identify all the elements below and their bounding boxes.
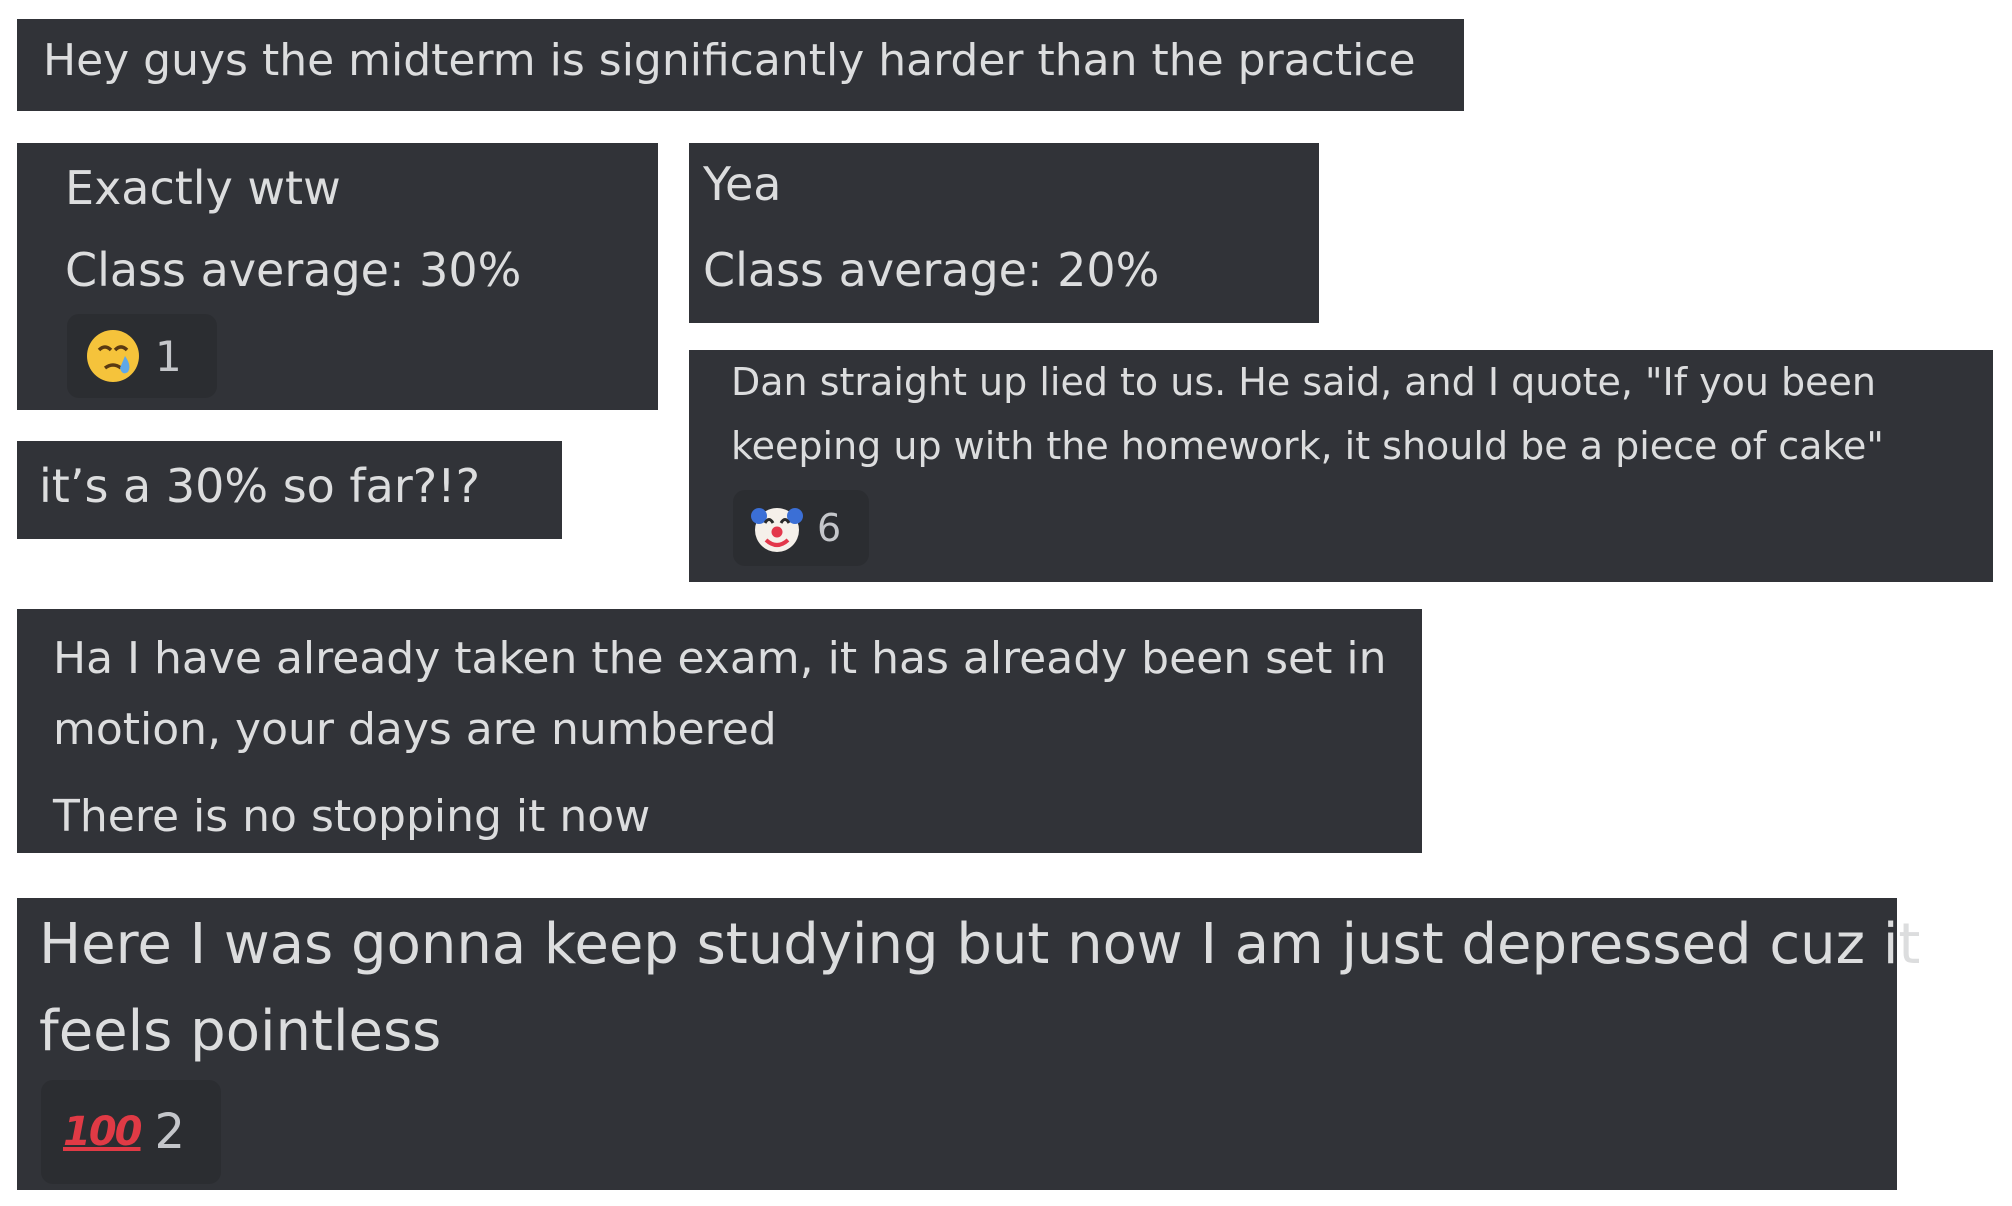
- reaction-count: 1: [155, 331, 182, 381]
- message-card-5: Dan straight up lied to us. He said, and…: [689, 350, 1993, 582]
- message-card-7: Here I was gonna keep studying but now I…: [17, 898, 1920, 1190]
- message-card-6: Ha I have already taken the exam, it has…: [17, 609, 1422, 853]
- message-text: Exactly wtw: [65, 161, 341, 215]
- message-card-2: Exactly wtw Class average: 30% 1: [17, 143, 658, 410]
- message-text: Hey guys the midterm is significantly ha…: [43, 35, 1416, 86]
- message-text: keeping up with the homework, it should …: [731, 424, 1884, 468]
- clown-face-icon: [751, 508, 803, 552]
- message-text: Dan straight up lied to us. He said, and…: [731, 360, 1877, 404]
- reaction-button[interactable]: 1: [67, 314, 217, 398]
- message-text: it’s a 30% so far?!?: [39, 459, 480, 513]
- message-card-1: Hey guys the midterm is significantly ha…: [17, 19, 1464, 111]
- reaction-button[interactable]: 100 2: [41, 1080, 221, 1184]
- reaction-button[interactable]: 6: [733, 490, 869, 566]
- crying-face-icon: [87, 330, 139, 382]
- message-text: There is no stopping it now: [53, 791, 651, 842]
- reaction-count: 2: [154, 1104, 186, 1160]
- message-text: Class average: 30%: [65, 243, 522, 297]
- reaction-count: 6: [817, 506, 842, 550]
- message-text: Here I was gonna keep studying but now I…: [39, 912, 1921, 977]
- message-text: Class average: 20%: [703, 243, 1160, 297]
- message-text: Yea: [703, 157, 782, 211]
- message-text: motion, your days are numbered: [53, 704, 777, 755]
- message-text: Ha I have already taken the exam, it has…: [53, 633, 1387, 684]
- hundred-points-icon: 100: [63, 1109, 142, 1155]
- message-card-4: it’s a 30% so far?!?: [17, 441, 562, 539]
- message-card-3: Yea Class average: 20%: [689, 143, 1319, 323]
- message-text: feels pointless: [39, 999, 442, 1064]
